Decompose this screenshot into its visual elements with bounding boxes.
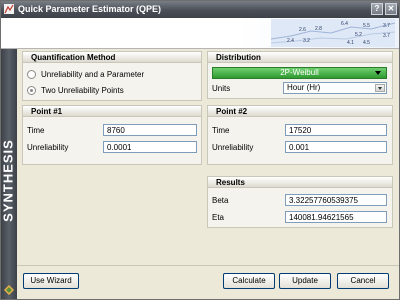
quantification-method-panel: Quantification Method Unreliability and … (22, 51, 202, 101)
banner-graphic: 6.4 5.5 3.7 2.6 2.8 5.2 2.4 3.2 4.1 4.5 … (271, 19, 395, 47)
banner-number: 5.2 (355, 32, 362, 38)
time-label: Time (212, 126, 230, 135)
unreliability-label: Unreliability (27, 143, 69, 152)
panel-title: Point #1 (23, 106, 201, 117)
point2-unreliability-input[interactable]: 0.001 (285, 141, 387, 153)
footer-divider (17, 265, 399, 266)
brand-sidebar: SYNTHESIS (1, 49, 17, 299)
panel-title: Results (208, 177, 392, 188)
window-title: Quick Parameter Estimator (QPE) (18, 4, 162, 14)
radio-unchecked-icon[interactable] (27, 70, 36, 79)
point2-time-input[interactable]: 17520 (285, 124, 387, 136)
point-1-panel: Point #1 Time 8760 Unreliability 0.0001 (22, 105, 202, 165)
radio-checked-icon[interactable] (27, 86, 36, 95)
banner-number: 5.5 (363, 23, 370, 29)
banner-number: 3.7 (383, 33, 390, 39)
eta-label: Eta (212, 213, 225, 222)
help-button[interactable]: ? (371, 3, 383, 15)
banner-number: 4.1 (347, 40, 354, 46)
banner-number: 2.8 (315, 26, 322, 32)
chevron-down-icon[interactable] (375, 84, 385, 92)
brand-logo-icon (4, 285, 14, 295)
point1-time-input[interactable]: 8760 (103, 124, 197, 136)
option-label: Unreliability and a Parameter (41, 70, 145, 79)
qpe-window: Quick Parameter Estimator (QPE) ? ✕ 6.4 … (0, 0, 400, 300)
beta-output[interactable]: 3.32257760539375 (285, 194, 387, 206)
option-label: Two Unreliability Points (41, 86, 124, 95)
time-label: Time (27, 126, 45, 135)
units-value: Hour (Hr) (287, 83, 321, 92)
units-label: Units (212, 84, 231, 93)
banner-number: 3.2 (303, 38, 310, 44)
banner-number: 3.7 (383, 23, 390, 29)
panel-title: Quantification Method (23, 52, 201, 63)
cancel-button[interactable]: Cancel (337, 273, 389, 289)
panel-title: Point #2 (208, 106, 392, 117)
calculate-button[interactable]: Calculate (223, 273, 275, 289)
unreliability-label: Unreliability (212, 143, 254, 152)
eta-output[interactable]: 140081.94621565 (285, 211, 387, 223)
app-icon (4, 4, 14, 14)
banner-number: 2.6 (299, 27, 306, 33)
units-select[interactable]: Hour (Hr) (283, 82, 387, 94)
panel-title: Distribution (208, 52, 392, 63)
distribution-value: 2P-Weibull (280, 68, 319, 77)
point1-unreliability-input[interactable]: 0.0001 (103, 141, 197, 153)
banner-number: 2.4 (287, 38, 294, 44)
dropdown-arrow-icon (375, 71, 381, 75)
update-button[interactable]: Update (279, 273, 331, 289)
beta-label: Beta (212, 196, 229, 205)
results-panel: Results Beta 3.32257760539375 Eta 140081… (207, 176, 393, 228)
distribution-panel: Distribution 2P-Weibull Units Hour (Hr) (207, 51, 393, 99)
use-wizard-button[interactable]: Use Wizard (23, 273, 79, 289)
point-2-panel: Point #2 Time 17520 Unreliability 0.001 (207, 105, 393, 165)
header-banner: 6.4 5.5 3.7 2.6 2.8 5.2 2.4 3.2 4.1 4.5 … (1, 18, 399, 49)
close-button[interactable]: ✕ (385, 3, 397, 15)
banner-number: 4.5 (363, 40, 370, 46)
distribution-dropdown[interactable]: 2P-Weibull (212, 67, 387, 79)
title-bar[interactable]: Quick Parameter Estimator (QPE) ? ✕ (1, 1, 399, 18)
unreliability-and-parameter-option[interactable]: Unreliability and a Parameter (27, 69, 144, 80)
brand-wordmark: SYNTHESIS (0, 139, 16, 222)
banner-number: 6.4 (341, 21, 348, 27)
two-unreliability-points-option[interactable]: Two Unreliability Points (27, 85, 124, 96)
